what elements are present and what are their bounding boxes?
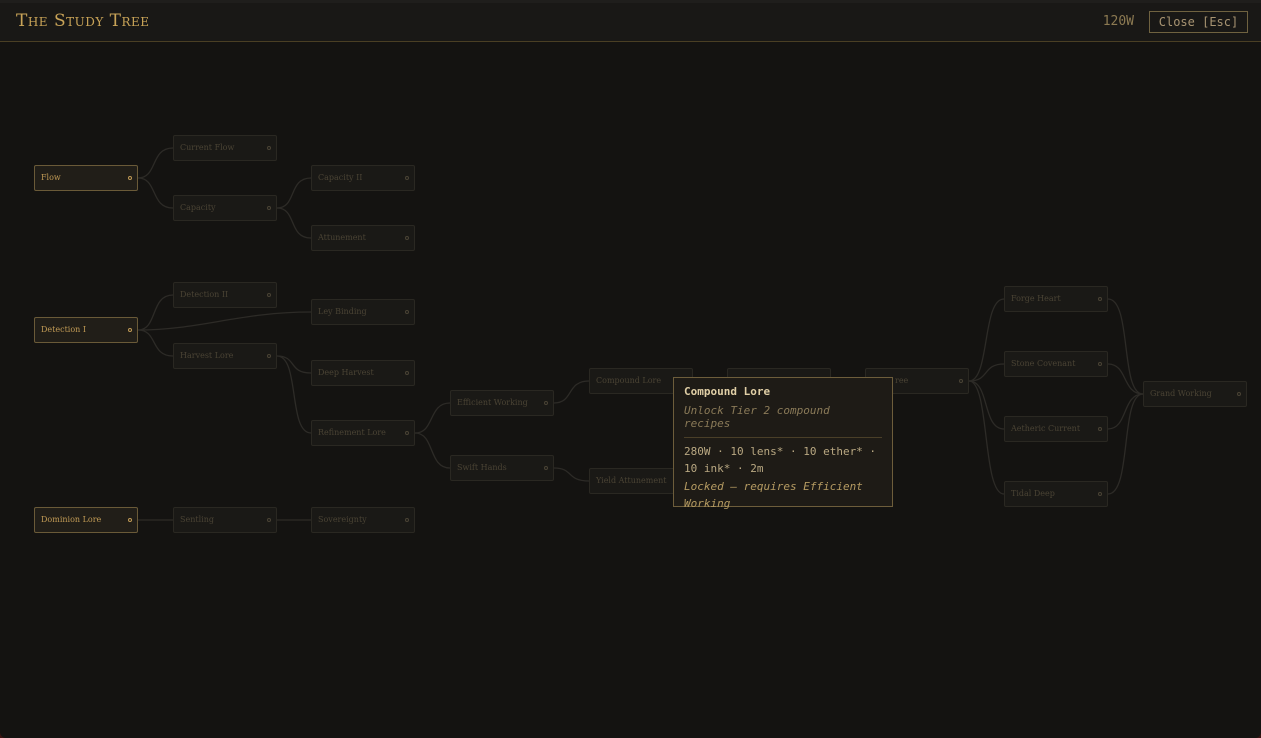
study-tree-window: The Study Tree 120W Close [Esc] Flow Cur… [0, 0, 1261, 738]
node-status-icon [544, 466, 548, 470]
node-label: Capacity II [318, 173, 363, 182]
node-status-icon [405, 431, 409, 435]
node-label: Capacity [180, 203, 216, 212]
tooltip-cost-line-2: 10 ink* · 2m [684, 462, 764, 475]
tooltip-title: Compound Lore [684, 385, 771, 398]
node-detection-i[interactable]: Detection I [34, 317, 138, 343]
node-label: Detection II [180, 290, 229, 299]
tooltip-lock-line-2: Working [684, 497, 731, 510]
node-status-icon [128, 176, 132, 180]
node-deep-harvest[interactable]: Deep Harvest [311, 360, 415, 386]
node-status-icon [1098, 362, 1102, 366]
node-efficient-working[interactable]: Efficient Working [450, 390, 554, 416]
node-status-icon [267, 206, 271, 210]
tooltip-description: Unlock Tier 2 compound recipes [684, 404, 830, 430]
node-swift-hands[interactable]: Swift Hands [450, 455, 554, 481]
node-sentling[interactable]: Sentling [173, 507, 277, 533]
node-label: ree [895, 376, 909, 385]
node-stone-covenant[interactable]: Stone Covenant [1004, 351, 1108, 377]
node-label: Refinement Lore [318, 428, 386, 437]
node-current-flow[interactable]: Current Flow [173, 135, 277, 161]
node-capacity-ii[interactable]: Capacity II [311, 165, 415, 191]
node-harvest-lore[interactable]: Harvest Lore [173, 343, 277, 369]
node-status-icon [1098, 297, 1102, 301]
node-label: Sentling [180, 515, 214, 524]
node-status-icon [1237, 392, 1241, 396]
node-status-icon [405, 310, 409, 314]
node-tooltip: Compound Lore Unlock Tier 2 compound rec… [673, 377, 893, 510]
tooltip-divider [684, 437, 882, 438]
node-status-icon [544, 401, 548, 405]
node-label: Stone Covenant [1011, 359, 1076, 368]
node-ley-binding[interactable]: Ley Binding [311, 299, 415, 325]
node-label: Grand Working [1150, 389, 1212, 398]
tooltip-lock-line-1: Locked — requires Efficient [684, 480, 863, 493]
node-detection-ii[interactable]: Detection II [173, 282, 277, 308]
node-flow[interactable]: Flow [34, 165, 138, 191]
node-aetheric-current[interactable]: Aetheric Current [1004, 416, 1108, 442]
node-label: Yield Attunement [596, 476, 667, 485]
node-label: Ley Binding [318, 307, 367, 316]
node-label: Compound Lore [596, 376, 662, 385]
node-status-icon [405, 371, 409, 375]
node-forge-heart[interactable]: Forge Heart [1004, 286, 1108, 312]
node-label: Detection I [41, 325, 87, 334]
node-label: Attunement [318, 233, 366, 242]
node-status-icon [1098, 427, 1102, 431]
node-label: Tidal Deep [1011, 489, 1055, 498]
node-label: Harvest Lore [180, 351, 234, 360]
node-label: Current Flow [180, 143, 235, 152]
node-status-icon [405, 236, 409, 240]
node-status-icon [267, 354, 271, 358]
node-status-icon [128, 328, 132, 332]
tooltip-cost-line-1: 280W · 10 lens* · 10 ether* · [684, 445, 877, 458]
node-label: Deep Harvest [318, 368, 374, 377]
node-attunement[interactable]: Attunement [311, 225, 415, 251]
node-status-icon [267, 518, 271, 522]
node-status-icon [128, 518, 132, 522]
node-label: Efficient Working [457, 398, 528, 407]
node-label: Sovereignty [318, 515, 367, 524]
node-status-icon [1098, 492, 1102, 496]
node-status-icon [405, 518, 409, 522]
node-status-icon [959, 379, 963, 383]
node-label: Dominion Lore [41, 515, 102, 524]
node-sovereignty[interactable]: Sovereignty [311, 507, 415, 533]
node-label: Swift Hands [457, 463, 507, 472]
node-status-icon [267, 293, 271, 297]
node-dominion-lore[interactable]: Dominion Lore [34, 507, 138, 533]
node-label: Flow [41, 173, 61, 182]
node-status-icon [405, 176, 409, 180]
node-status-icon [267, 146, 271, 150]
node-grand-working[interactable]: Grand Working [1143, 381, 1247, 407]
node-label: Forge Heart [1011, 294, 1061, 303]
node-refinement-lore[interactable]: Refinement Lore [311, 420, 415, 446]
node-label: Aetheric Current [1011, 424, 1081, 433]
node-tidal-deep[interactable]: Tidal Deep [1004, 481, 1108, 507]
node-capacity[interactable]: Capacity [173, 195, 277, 221]
